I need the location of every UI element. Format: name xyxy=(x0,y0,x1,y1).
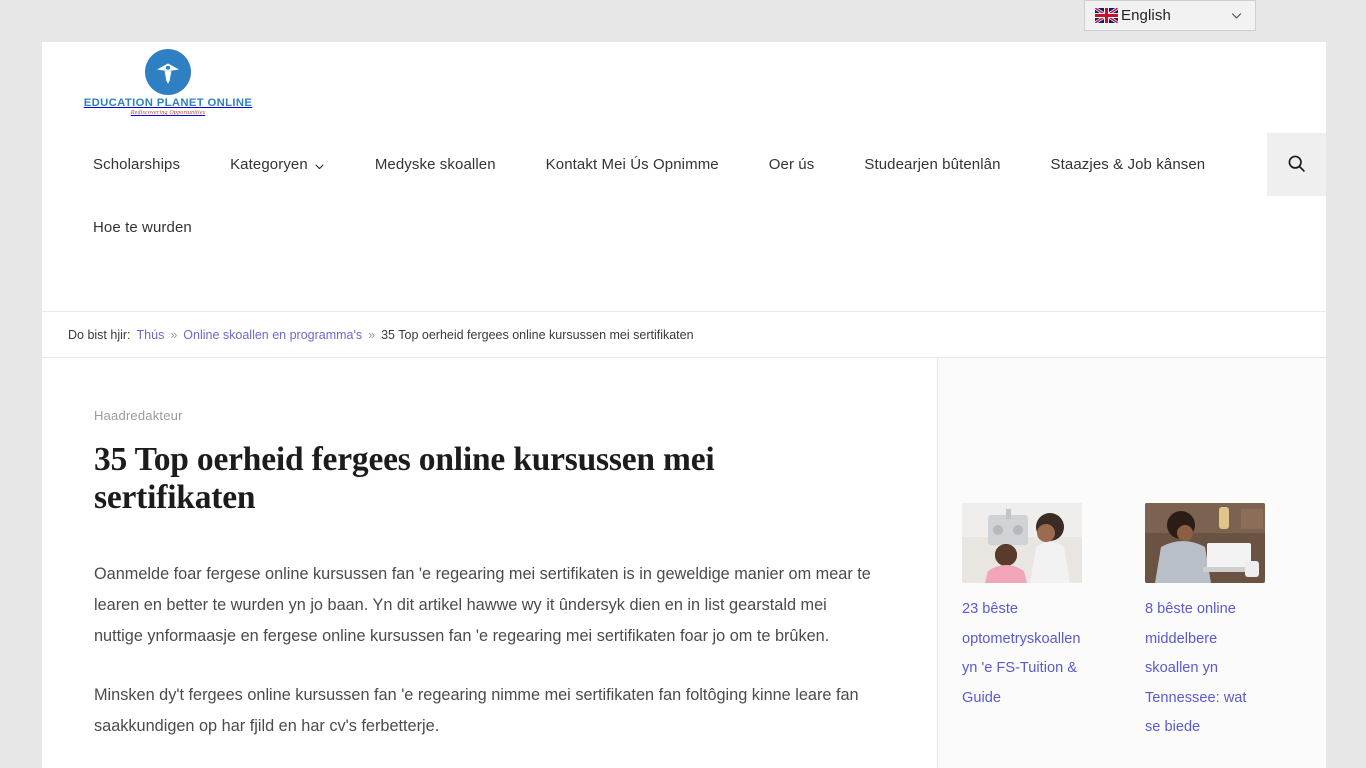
breadcrumb-home-link[interactable]: Thús xyxy=(137,328,165,342)
nav-label: Studearjen bûtenlân xyxy=(864,156,1001,173)
list-item[interactable]: 8 bêste online middelbere skoallen yn Te… xyxy=(1145,503,1265,743)
site-logo[interactable]: EDUCATION PLANET ONLINE Rediscovering Op… xyxy=(84,49,252,127)
page-container: EDUCATION PLANET ONLINE Rediscovering Op… xyxy=(42,42,1326,768)
chevron-down-icon xyxy=(314,159,325,170)
site-header: EDUCATION PLANET ONLINE Rediscovering Op… xyxy=(42,42,1326,133)
list-item[interactable]: 23 bêste optometryskoallen yn 'e FS-Tuit… xyxy=(962,503,1082,743)
article-paragraph: Minsken dy't fergees online kursussen fa… xyxy=(94,686,859,735)
article-byline: Haadredakteur xyxy=(94,408,183,423)
graduation-cap-pen-icon xyxy=(145,49,191,95)
search-button[interactable] xyxy=(1267,133,1326,196)
thumbnail-optometry-exam[interactable] xyxy=(962,503,1082,583)
nav-label: Oer ús xyxy=(768,156,815,173)
main-navigation: Scholarships Kategoryen Medyske skoallen… xyxy=(42,133,1326,312)
brand-name: EDUCATION PLANET ONLINE xyxy=(83,97,253,109)
related-post-link[interactable]: 8 bêste online middelbere skoallen yn Te… xyxy=(1145,595,1265,743)
breadcrumb-category-link[interactable]: Online skoallen en programma's xyxy=(183,328,362,342)
nav-item-oer-us[interactable]: Oer ús xyxy=(744,133,840,196)
thumbnail-student-laptop[interactable] xyxy=(1145,503,1265,583)
content-columns: Haadredakteur 35 Top oerheid fergees onl… xyxy=(42,358,1326,768)
brand-tagline: Rediscovering Opportunities xyxy=(130,110,206,116)
nav-label: Medyske skoallen xyxy=(374,156,496,173)
nav-item-scholarships[interactable]: Scholarships xyxy=(68,133,205,196)
nav-item-staazjes[interactable]: Staazjes & Job kânsen xyxy=(1026,133,1231,196)
nav-label: Kontakt Mei Ús Opnimme xyxy=(545,156,719,173)
chevron-down-icon xyxy=(1230,9,1243,22)
page-title: 35 Top oerheid fergees online kursussen … xyxy=(94,441,715,516)
nav-item-kontakt[interactable]: Kontakt Mei Ús Opnimme xyxy=(521,133,744,196)
nav-label: Hoe te wurden xyxy=(93,219,192,236)
nav-label: Staazjes & Job kânsen xyxy=(1050,156,1206,173)
sidebar: 23 bêste optometryskoallen yn 'e FS-Tuit… xyxy=(937,358,1326,768)
nav-label: Scholarships xyxy=(93,156,181,173)
search-icon xyxy=(1286,153,1307,177)
nav-item-medyske-skoallen[interactable]: Medyske skoallen xyxy=(350,133,521,196)
language-label: English xyxy=(1121,7,1171,24)
related-posts-widget: 23 bêste optometryskoallen yn 'e FS-Tuit… xyxy=(938,503,1326,768)
article-paragraph: Oanmelde foar fergese online kursussen f… xyxy=(94,565,871,645)
nav-item-hoe-te-wurden[interactable]: Hoe te wurden xyxy=(68,196,217,259)
related-post-link[interactable]: 23 bêste optometryskoallen yn 'e FS-Tuit… xyxy=(962,595,1082,713)
uk-flag-icon xyxy=(1095,8,1118,23)
breadcrumb-separator: » xyxy=(170,327,178,342)
breadcrumb-current: 35 Top oerheid fergees online kursussen … xyxy=(381,327,694,342)
nav-list: Scholarships Kategoryen Medyske skoallen… xyxy=(42,133,1232,259)
nav-label: Kategoryen xyxy=(230,156,308,173)
breadcrumb-separator: » xyxy=(368,327,376,342)
article: Haadredakteur 35 Top oerheid fergees onl… xyxy=(42,358,937,768)
breadcrumb-prefix: Do bist hjir: xyxy=(68,327,131,342)
breadcrumb: Do bist hjir: Thús » Online skoallen en … xyxy=(42,312,1326,358)
nav-item-kategoryen[interactable]: Kategoryen xyxy=(205,133,350,196)
nav-item-studearjen-butenlan[interactable]: Studearjen bûtenlân xyxy=(839,133,1025,196)
language-selector[interactable]: English xyxy=(1084,0,1256,31)
